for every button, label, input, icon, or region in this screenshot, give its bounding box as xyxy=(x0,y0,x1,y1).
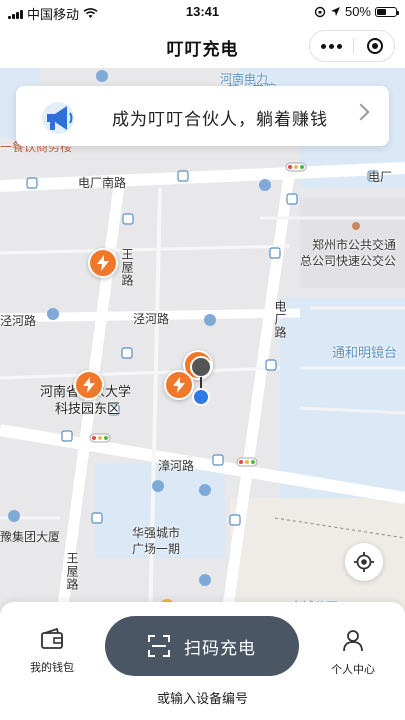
wallet-icon xyxy=(41,627,63,649)
map-view[interactable]: 河南电力 技术学院 一餐饮商务楼 电厂南路 电厂 王屋路 郑州市公共交通 总公司… xyxy=(0,68,405,628)
map-label-huaqiang1: 华强城市 xyxy=(132,526,181,540)
orientation-lock-icon xyxy=(314,6,326,17)
crosshair-icon xyxy=(354,552,374,572)
scan-charge-button[interactable]: 扫码充电 xyxy=(105,616,299,676)
map-label-building: 豫集团大厦 xyxy=(0,530,61,544)
map-label-wangwu: 王屋路 xyxy=(120,248,134,287)
megaphone-icon xyxy=(42,102,74,134)
map-label-bus-co2: 总公司快速公交公 xyxy=(300,254,397,268)
user-icon xyxy=(343,630,363,652)
wallet-label: 我的钱包 xyxy=(30,662,74,674)
locate-me-button[interactable] xyxy=(345,543,383,581)
map-label-tonghe: 通和明镜台 xyxy=(332,345,398,360)
bottom-action-bar: 我的钱包 扫码充电 个人中心 或输入设备编号 xyxy=(0,602,405,720)
map-label-jinghe-left: 泾河路 xyxy=(0,314,37,328)
battery-icon xyxy=(375,6,399,17)
battery-percent: 50% xyxy=(344,4,371,19)
map-label-park2: 科技园东区 xyxy=(55,401,121,416)
banner-text: 成为叮叮合伙人，躺着赚钱 xyxy=(112,110,328,129)
map-label-zhanghe: 漳河路 xyxy=(158,459,195,473)
lightning-icon xyxy=(173,377,185,393)
close-miniprogram-button[interactable] xyxy=(354,31,395,61)
map-label-bus-co1: 郑州市公共交通 xyxy=(312,238,397,252)
charging-station-marker[interactable] xyxy=(88,248,118,278)
map-label-wangwu2: 王屋路 xyxy=(65,552,79,591)
profile-button[interactable]: 个人中心 xyxy=(323,628,383,677)
map-label-jinghe: 泾河路 xyxy=(133,312,170,326)
more-menu-button[interactable] xyxy=(310,31,353,61)
scan-icon xyxy=(148,635,170,657)
profile-label: 个人中心 xyxy=(331,664,375,676)
current-location-pin-icon xyxy=(190,356,212,406)
wallet-button[interactable]: 我的钱包 xyxy=(22,627,82,675)
map-label-road1b: 电厂 xyxy=(368,170,393,184)
nav-bar: 叮叮充电 xyxy=(0,24,405,68)
map-label-road1: 电厂南路 xyxy=(78,176,127,190)
map-label-huaqiang2: 广场一期 xyxy=(132,542,181,556)
lightning-icon xyxy=(83,377,95,393)
map-label-dianchang-v: 电厂路 xyxy=(273,300,287,339)
close-circle-icon xyxy=(366,38,383,54)
chevron-right-icon xyxy=(352,103,370,121)
miniprogram-capsule xyxy=(309,30,395,62)
charging-station-marker[interactable] xyxy=(74,370,104,400)
scan-charge-label: 扫码充电 xyxy=(184,638,256,658)
location-arrow-icon xyxy=(330,7,340,16)
status-bar: 中国移动 13:41 50% xyxy=(0,0,405,24)
lightning-icon xyxy=(97,255,109,271)
enter-device-code-link[interactable]: 或输入设备编号 xyxy=(0,688,405,707)
partner-banner[interactable]: 成为叮叮合伙人，躺着赚钱 xyxy=(16,86,389,146)
